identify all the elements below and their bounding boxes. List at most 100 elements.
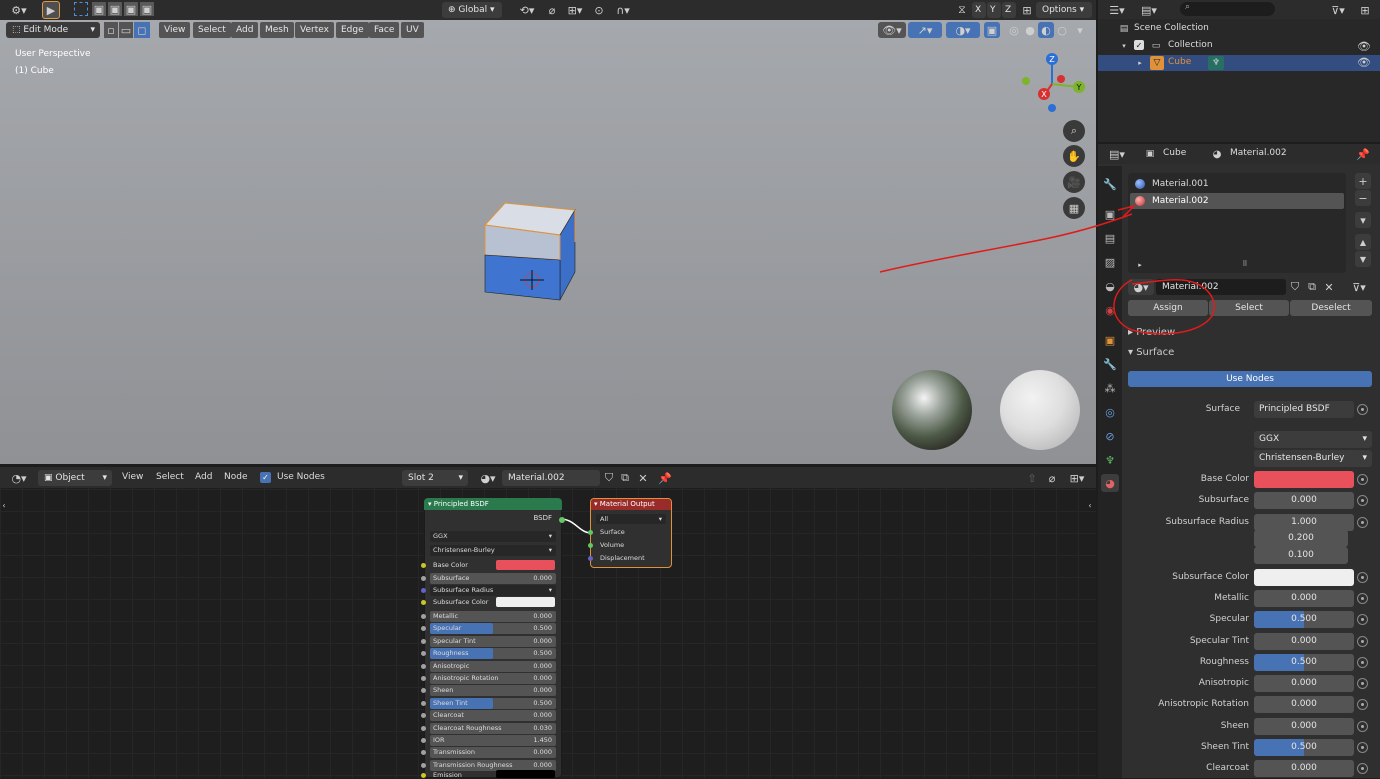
sidebar-toggle-left-icon[interactable]: ‹ [0, 498, 8, 512]
material-unlink-icon[interactable]: ✕ [1322, 279, 1336, 295]
mesh-data-icon[interactable]: ♆ [1208, 56, 1224, 70]
menu-vertex[interactable]: Vertex [295, 22, 334, 38]
properties-pin-icon[interactable]: 📌 [1356, 147, 1370, 161]
bsdf-input-row[interactable]: Sheen 0.000 [430, 685, 556, 697]
property-value-field[interactable]: 0.500 [1254, 654, 1354, 671]
property-value-field[interactable]: 0.200 [1254, 530, 1348, 547]
tab-modifier-icon[interactable]: 🔧 [1101, 355, 1119, 373]
bsdf-input-socket[interactable] [421, 700, 426, 706]
menu-view[interactable]: View [159, 22, 191, 38]
parent-node-icon[interactable]: ⇧ [1024, 470, 1040, 486]
bsdf-input-row[interactable]: Anisotropic Rotation 0.000 [430, 673, 556, 684]
property-socket-icon[interactable] [1357, 636, 1368, 647]
bsdf-input-socket[interactable] [421, 738, 426, 743]
property-socket-icon[interactable] [1357, 614, 1368, 625]
slot-specials-icon[interactable]: ▾ [1355, 212, 1371, 228]
bsdf-subsurface-color-swatch[interactable] [496, 597, 555, 607]
select-extend-icon[interactable]: ▣ [92, 2, 106, 16]
property-value-field[interactable]: 0.000 [1254, 760, 1354, 777]
pin-icon[interactable]: 📌 [658, 470, 672, 486]
property-color-swatch[interactable] [1254, 569, 1354, 586]
editor-type-icon[interactable]: ⚙▾ [6, 2, 32, 18]
shading-rendered-icon[interactable]: ○ [1054, 22, 1070, 38]
falloff-icon[interactable]: ∩▾ [610, 2, 636, 18]
menu-add[interactable]: Add [231, 22, 259, 38]
surface-shader-field[interactable]: Principled BSDF [1254, 401, 1354, 418]
properties-editor-type-icon[interactable]: ▤▾ [1104, 146, 1130, 162]
bsdf-input-socket[interactable] [421, 576, 426, 581]
collection-label[interactable]: Collection [1168, 40, 1213, 50]
transform-orientation-dropdown[interactable]: ⊕ Global ▾ [442, 2, 502, 18]
node-snap-target-icon[interactable]: ⊞▾ [1064, 470, 1090, 486]
property-socket-icon[interactable] [1357, 721, 1368, 732]
select-tool-icon[interactable]: ▶ [42, 1, 60, 19]
shading-material-icon[interactable]: ◐ [1038, 22, 1054, 38]
property-value-field[interactable]: 0.000 [1254, 492, 1354, 509]
bsdf-input-socket[interactable] [421, 762, 426, 768]
bsdf-distribution-dropdown[interactable]: GGX ▾ [430, 531, 556, 542]
base-color-socket[interactable] [421, 563, 426, 568]
snap-target-icon[interactable]: ⊞▾ [562, 2, 588, 18]
face-select-icon[interactable]: ◻ [134, 22, 150, 38]
move-slot-down-icon[interactable]: ▼ [1355, 251, 1371, 267]
remove-slot-icon[interactable]: − [1355, 190, 1371, 206]
bsdf-output-socket[interactable] [559, 517, 565, 523]
bsdf-input-row[interactable]: IOR 1.450 [430, 735, 556, 746]
bsdf-input-row[interactable]: Specular 0.500 [430, 623, 556, 635]
node-menu-add[interactable]: Add [195, 472, 212, 482]
new-collection-icon[interactable]: ⊞ [1356, 2, 1374, 18]
property-value-field[interactable]: 0.000 [1254, 633, 1354, 650]
bsdf-input-socket[interactable] [421, 638, 426, 644]
edge-select-icon[interactable]: ▭ [119, 22, 133, 38]
sidebar-toggle-right-icon[interactable]: ‹ [1086, 498, 1094, 512]
node-snap-icon[interactable]: ⌀ [1044, 470, 1060, 486]
proportional-edit-icon[interactable]: ⊙ [592, 2, 606, 18]
tab-data-icon[interactable]: ♆ [1101, 451, 1119, 469]
deselect-button[interactable]: Deselect [1290, 300, 1372, 316]
material-link-icon[interactable]: ⊽▾ [1346, 279, 1372, 295]
node-material-name-field[interactable]: Material.002 [502, 470, 600, 486]
output-surface-socket[interactable] [588, 530, 593, 535]
menu-mesh[interactable]: Mesh [260, 22, 294, 38]
pan-hand-icon[interactable]: ✋ [1063, 145, 1085, 167]
bsdf-emission-swatch[interactable] [496, 770, 555, 778]
bsdf-input-row[interactable]: Sheen Tint 0.500 [430, 697, 556, 709]
subsurface-method-dropdown[interactable]: Christensen-Burley ▾ [1254, 450, 1372, 467]
menu-select[interactable]: Select [193, 22, 231, 38]
material-output-header[interactable]: ▾ Material Output [591, 499, 671, 510]
outliner-editor-type-icon[interactable]: ☰▾ [1104, 2, 1130, 18]
snap-icon[interactable]: ⌀ [544, 2, 560, 18]
bsdf-input-row[interactable]: Specular Tint 0.000 [430, 635, 556, 647]
move-slot-up-icon[interactable]: ▲ [1355, 234, 1371, 250]
zoom-icon[interactable]: ⌕ [1063, 120, 1085, 142]
distribution-dropdown[interactable]: GGX ▾ [1254, 431, 1372, 448]
property-socket-icon[interactable] [1357, 572, 1368, 583]
node-object-dropdown[interactable]: ▣ Object ▾ [38, 470, 112, 486]
display-mode-icon[interactable]: ▤▾ [1136, 2, 1162, 18]
principled-bsdf-header[interactable]: ▾ Principled BSDF [424, 498, 562, 510]
mirror-icon[interactable]: ⧖ [954, 2, 970, 18]
bsdf-base-color-swatch[interactable] [496, 560, 555, 570]
shading-options-icon[interactable]: ▾ [1072, 22, 1088, 38]
tab-physics-icon[interactable]: ◎ [1101, 403, 1119, 421]
tab-constraints-icon[interactable]: ⊘ [1101, 427, 1119, 445]
collection-visibility-eye-icon[interactable]: 👁 [1357, 40, 1371, 53]
scene-collection-label[interactable]: Scene Collection [1134, 23, 1209, 33]
bsdf-input-row[interactable]: Anisotropic 0.000 [430, 660, 556, 672]
node-editor-type-icon[interactable]: ◔▾ [6, 470, 32, 486]
node-menu-node[interactable]: Node [224, 472, 248, 482]
mirror-y-toggle[interactable]: Y [987, 2, 1001, 18]
property-value-field[interactable]: 0.100 [1254, 547, 1348, 564]
duplicate-material-icon[interactable]: ⧉ [618, 470, 632, 486]
property-socket-icon[interactable] [1357, 657, 1368, 668]
property-value-field[interactable]: 0.000 [1254, 696, 1354, 713]
node-menu-view[interactable]: View [122, 472, 143, 482]
property-socket-icon[interactable] [1357, 517, 1368, 528]
slot-dropdown[interactable]: Slot 2 ▾ [402, 470, 468, 486]
outliner-search-input[interactable]: ⌕ [1180, 2, 1275, 16]
mode-dropdown[interactable]: ⬚ Edit Mode ▾ [6, 22, 100, 38]
select-intersect-icon[interactable]: ▣ [140, 2, 154, 16]
mirror-x-toggle[interactable]: X [972, 2, 986, 18]
property-socket-icon[interactable] [1357, 474, 1368, 485]
cube-visibility-eye-icon[interactable]: 👁 [1357, 56, 1371, 69]
